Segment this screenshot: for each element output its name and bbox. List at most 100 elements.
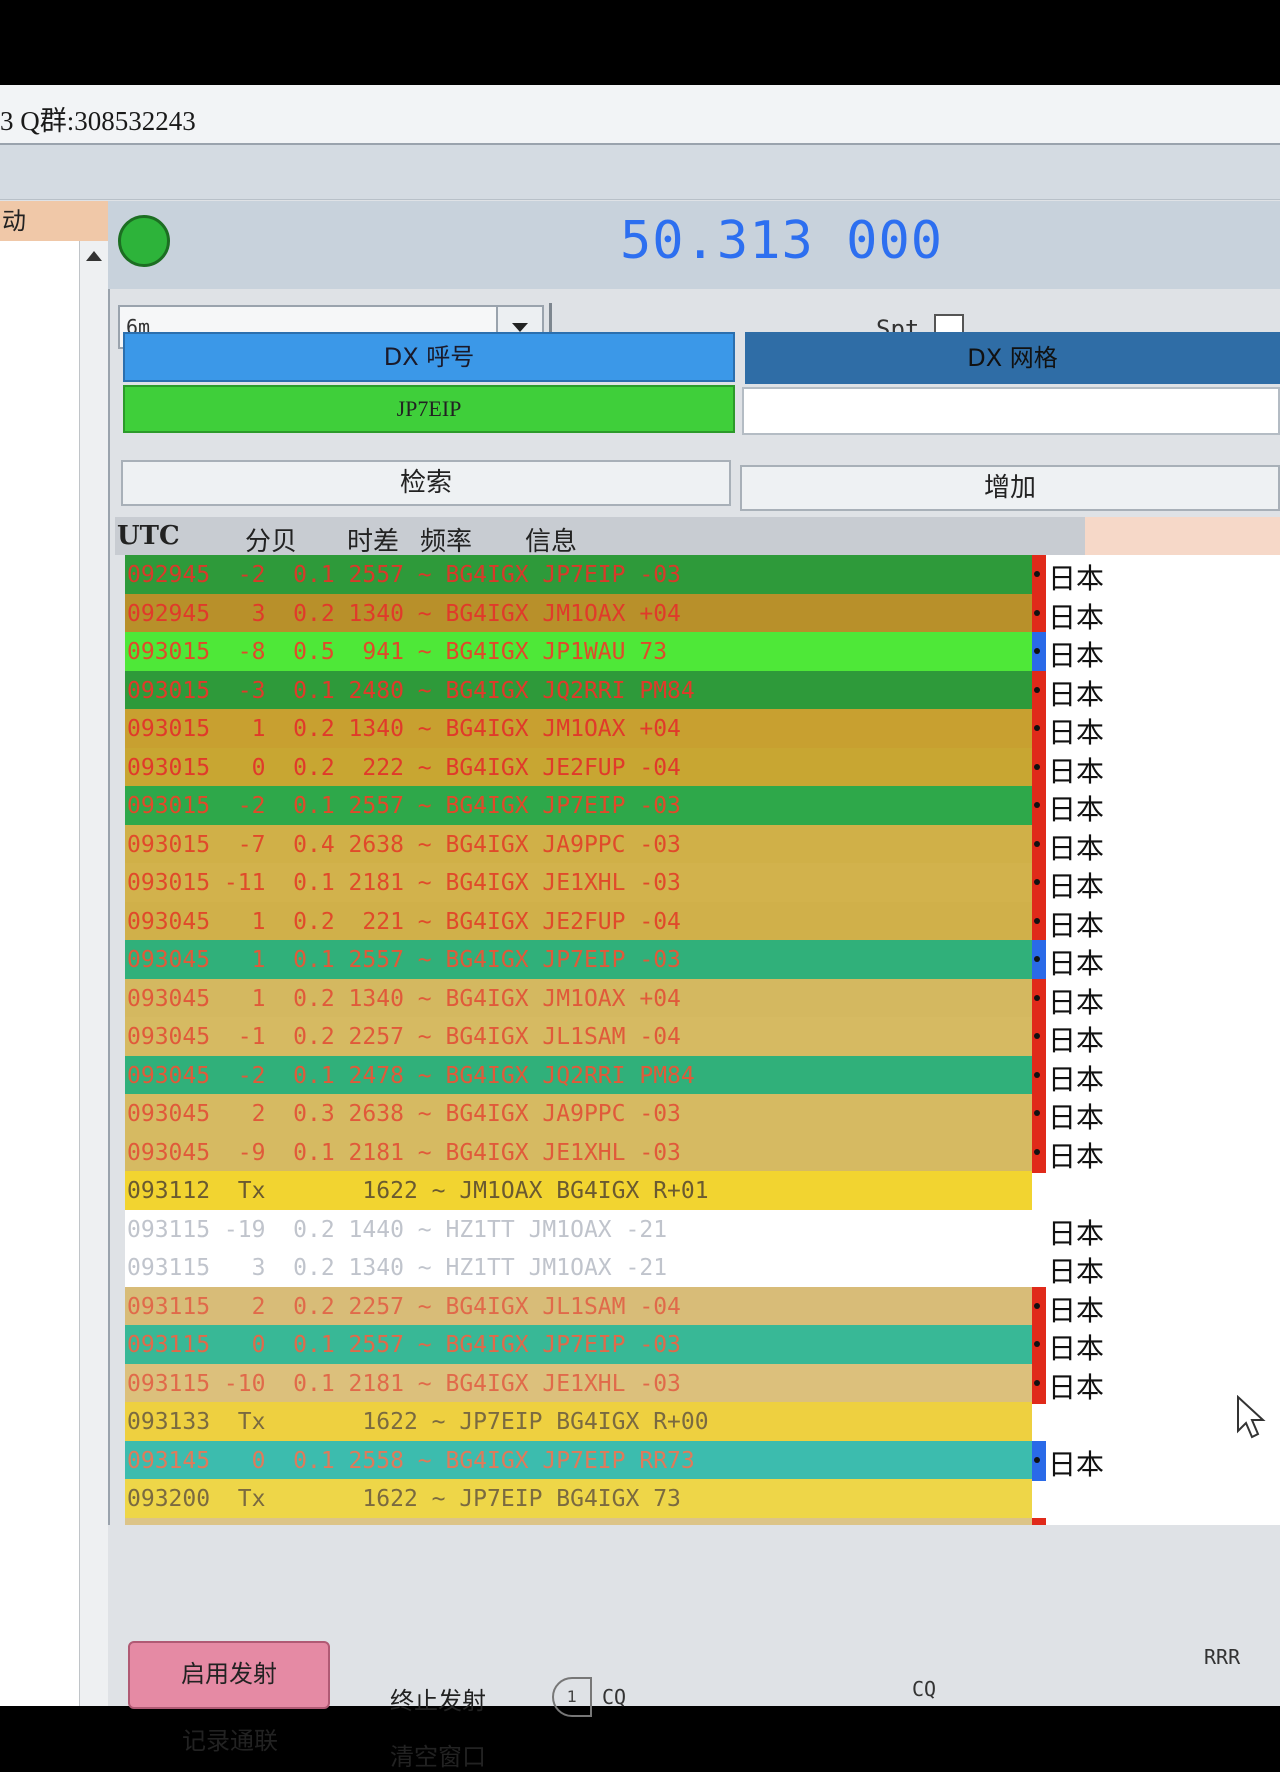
table-row[interactable]: 093115 0 0.1 2557 ~ BG4IGX JP7EIP -03 日本 <box>125 1325 1280 1365</box>
row-message: 093015 -7 0.4 2638 ~ BG4IGX JA9PPC -03 <box>125 824 1032 865</box>
row-message: 093045 -9 0.1 2181 ~ BG4IGX JE1XHL -03 <box>125 1132 1032 1173</box>
left-panel-scrollbar[interactable] <box>79 241 108 1706</box>
row-message: 093115 -10 0.1 2181 ~ BG4IGX JE1XHL -03 <box>125 1363 1032 1404</box>
table-row[interactable]: 093115 -19 0.2 1440 ~ HZ1TT JM1OAX -21 日本 <box>125 1209 1280 1250</box>
stop-tx-button[interactable]: 终止发射 <box>390 1681 486 1716</box>
table-row[interactable]: 093015 -2 0.1 2557 ~ BG4IGX JP7EIP -03 日本 <box>125 786 1280 826</box>
table-row[interactable]: 093045 -9 0.1 2181 ~ BG4IGX JE1XHL -03 日本 <box>125 1132 1280 1173</box>
country-label: 日本 <box>1048 754 1105 788</box>
country-label: 日本 <box>1048 1139 1105 1173</box>
row-message: 093112 Tx 1622 ~ JM1OAX BG4IGX R+01 <box>125 1171 1032 1211</box>
table-row[interactable]: 093015 -3 0.1 2480 ~ BG4IGX JQ2RRI PM84 日… <box>125 670 1280 711</box>
country-label: 日本 <box>1048 1447 1105 1481</box>
table-row[interactable]: 093015 0 0.2 222 ~ BG4IGX JE2FUP -04 日本 <box>125 747 1280 788</box>
status-flag-icon <box>1032 901 1046 942</box>
table-row[interactable]: 093015 -7 0.4 2638 ~ BG4IGX JA9PPC -03 日本 <box>125 824 1280 865</box>
country-label: 日本 <box>1048 1024 1105 1057</box>
country-label: 日本 <box>1048 639 1105 672</box>
table-row[interactable]: 093045 1 0.2 1340 ~ BG4IGX JM1OAX +04 日本 <box>125 978 1280 1019</box>
row-message: 093045 1 0.1 2557 ~ BG4IGX JP7EIP -03 <box>125 940 1032 980</box>
country-label: 日本 <box>1048 562 1105 595</box>
country-label: 日本 <box>1048 1370 1105 1404</box>
table-row[interactable]: 093115 3 0.2 1340 ~ HZ1TT JM1OAX -21 日本 <box>125 1248 1280 1288</box>
left-panel-header: 动 <box>0 201 108 241</box>
row-message: 093015 -3 0.1 2480 ~ BG4IGX JQ2RRI PM84 <box>125 670 1032 711</box>
status-flag-icon <box>1032 632 1046 672</box>
enable-tx-button[interactable]: 启用发射 <box>128 1641 330 1709</box>
table-row[interactable]: 093015 1 0.2 1340 ~ BG4IGX JM1OAX +04 日本 <box>125 709 1280 749</box>
table-row[interactable]: 093045 -1 0.2 2257 ~ BG4IGX JL1SAM -04 日本 <box>125 1017 1280 1057</box>
left-panel: 动 <box>0 201 110 1706</box>
table-row[interactable]: 093015 -8 0.5 941 ~ BG4IGX JP1WAU 73 日本 <box>125 632 1280 672</box>
table-row[interactable]: 093045 2 0.3 2638 ~ BG4IGX JA9PPC -03 日本 <box>125 1094 1280 1134</box>
status-flag-icon <box>1032 555 1046 595</box>
chevron-down-icon <box>512 323 528 332</box>
row-message: 093115 3 0.2 1340 ~ HZ1TT JM1OAX -21 <box>125 1248 1032 1288</box>
dx-call-field[interactable]: JP7EIP <box>123 385 735 433</box>
decode-table[interactable]: 092945 -2 0.1 2557 ~ BG4IGX JP7EIP -03 日本… <box>125 555 1280 1665</box>
table-row[interactable]: 093115 -10 0.1 2181 ~ BG4IGX JE1XHL -03 日… <box>125 1363 1280 1404</box>
row-message: 093115 0 0.1 2557 ~ BG4IGX JP7EIP -03 <box>125 1325 1032 1365</box>
dx-grid-field[interactable] <box>742 387 1280 435</box>
col-dt: 时差 <box>347 527 400 557</box>
search-button[interactable]: 检索 <box>121 460 731 506</box>
country-label: 日本 <box>1048 947 1105 980</box>
status-flag-icon <box>1032 1055 1046 1096</box>
status-flag-icon <box>1032 1132 1046 1173</box>
table-row[interactable]: 093115 2 0.2 2257 ~ BG4IGX JL1SAM -04 日本 <box>125 1286 1280 1327</box>
table-row[interactable]: 093145 0 0.1 2558 ~ BG4IGX JP7EIP RR73 日本 <box>125 1440 1280 1481</box>
log-qso-button[interactable]: 记录通联 <box>182 1721 278 1756</box>
status-led-icon <box>118 215 170 267</box>
scroll-up-icon[interactable] <box>86 251 102 261</box>
row-message: 093015 1 0.2 1340 ~ BG4IGX JM1OAX +04 <box>125 709 1032 749</box>
cq-label-1: CQ <box>602 1685 627 1709</box>
table-row[interactable]: 093200 Tx 1622 ~ JP7EIP BG4IGX 73 <box>125 1479 1280 1519</box>
add-button[interactable]: 增加 <box>740 465 1280 511</box>
status-flag-icon <box>1032 940 1046 980</box>
tx1-radio[interactable]: 1 <box>552 1677 592 1717</box>
table-header: UTC 分贝 时差 频率 信息 <box>115 517 1085 557</box>
status-flag-icon <box>1032 670 1046 711</box>
table-row[interactable]: 093045 1 0.1 2557 ~ BG4IGX JP7EIP -03 日本 <box>125 940 1280 980</box>
country-label: 日本 <box>1048 985 1105 1019</box>
row-message: 093045 -2 0.1 2478 ~ BG4IGX JQ2RRI PM84 <box>125 1055 1032 1096</box>
table-row[interactable]: 093133 Tx 1622 ~ JP7EIP BG4IGX R+00 <box>125 1402 1280 1442</box>
status-flag-icon <box>1032 709 1046 749</box>
frequency-display: 50.313 000 <box>620 211 944 271</box>
table-row[interactable]: 092945 -2 0.1 2557 ~ BG4IGX JP7EIP -03 日本 <box>125 555 1280 595</box>
country-label: 日本 <box>1048 600 1105 634</box>
row-message: 093045 -1 0.2 2257 ~ BG4IGX JL1SAM -04 <box>125 1017 1032 1057</box>
title-bar: 3 Q群:308532243 <box>0 85 1280 145</box>
country-label: 日本 <box>1048 908 1105 942</box>
country-label: 日本 <box>1048 1216 1105 1250</box>
cq-label-2: CQ <box>912 1677 937 1701</box>
table-row[interactable]: 093112 Tx 1622 ~ JM1OAX BG4IGX R+01 <box>125 1171 1280 1211</box>
table-row[interactable]: 093015 -11 0.1 2181 ~ BG4IGX JE1XHL -03 日… <box>125 863 1280 903</box>
table-row[interactable]: 093045 1 0.2 221 ~ BG4IGX JE2FUP -04 日本 <box>125 901 1280 942</box>
rrr-label: RRR <box>1204 1645 1241 1669</box>
status-flag-icon <box>1032 1017 1046 1057</box>
menu-bar <box>0 145 1280 200</box>
clear-window-button[interactable]: 清空窗口 <box>390 1737 486 1772</box>
status-flag-icon <box>1032 1325 1046 1365</box>
col-db: 分贝 <box>245 527 298 557</box>
status-flag-icon <box>1032 824 1046 865</box>
app-window: 3 Q群:308532243 动 50.313 000 6m Spt DX 呼号… <box>0 85 1280 1771</box>
status-flag-icon <box>1032 747 1046 788</box>
country-label: 日本 <box>1048 1101 1105 1134</box>
status-flag-icon <box>1032 1363 1046 1404</box>
country-label: 日本 <box>1048 870 1105 903</box>
table-header-extra <box>1085 517 1280 555</box>
country-label: 日本 <box>1048 716 1105 749</box>
country-label: 日本 <box>1048 793 1105 826</box>
row-message: 093115 2 0.2 2257 ~ BG4IGX JL1SAM -04 <box>125 1286 1032 1327</box>
table-row[interactable]: 092945 3 0.2 1340 ~ BG4IGX JM1OAX +04 日本 <box>125 593 1280 634</box>
row-message: 093133 Tx 1622 ~ JP7EIP BG4IGX R+00 <box>125 1402 1032 1442</box>
table-row[interactable]: 093045 -2 0.1 2478 ~ BG4IGX JQ2RRI PM84 日… <box>125 1055 1280 1096</box>
row-message: 093045 1 0.2 1340 ~ BG4IGX JM1OAX +04 <box>125 978 1032 1019</box>
dx-call-header: DX 呼号 <box>123 332 735 382</box>
row-message: 093015 0 0.2 222 ~ BG4IGX JE2FUP -04 <box>125 747 1032 788</box>
row-message: 093200 Tx 1622 ~ JP7EIP BG4IGX 73 <box>125 1479 1032 1519</box>
status-flag-icon <box>1032 593 1046 634</box>
status-flag-icon <box>1032 1286 1046 1327</box>
